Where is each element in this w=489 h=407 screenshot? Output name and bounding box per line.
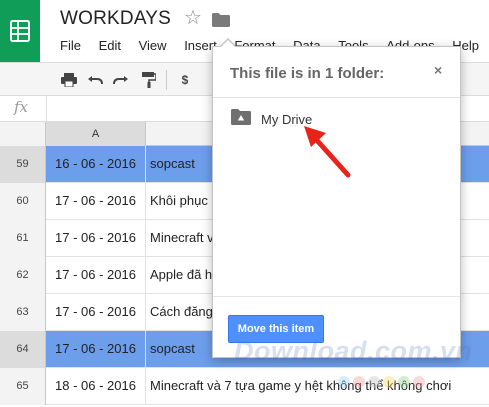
red-arrow-annotation [304, 126, 351, 178]
watermark-logo: Download.com.vn [234, 336, 473, 366]
redo-icon[interactable] [112, 71, 130, 89]
drive-folder-icon [231, 108, 251, 130]
row-number[interactable]: 60 [0, 183, 46, 220]
paint-format-icon[interactable] [140, 71, 158, 89]
cell-date[interactable]: 17 - 06 - 2016 [46, 331, 146, 367]
row-number[interactable]: 65 [0, 368, 46, 405]
column-header-a[interactable]: A [46, 122, 146, 146]
cell-date[interactable]: 17 - 06 - 2016 [46, 220, 146, 256]
fx-icon: fx [14, 98, 29, 116]
cell-text[interactable]: Minecraft và 7 tựa game y hệt không thể … [146, 368, 489, 404]
folder-icon[interactable] [212, 13, 230, 32]
cell-date[interactable]: 17 - 06 - 2016 [46, 183, 146, 219]
menu-edit[interactable]: Edit [99, 38, 121, 53]
star-icon[interactable]: ☆ [184, 8, 202, 28]
row-number[interactable]: 59 [0, 146, 46, 183]
row-number[interactable]: 63 [0, 294, 46, 331]
formula-separator [46, 96, 47, 122]
document-title[interactable]: WORKDAYS [60, 8, 171, 30]
menu-file[interactable]: File [60, 38, 81, 53]
folder-location-popup: This file is in 1 folder: × My Drive Mov… [212, 38, 461, 358]
cell-date[interactable]: 17 - 06 - 2016 [46, 257, 146, 293]
close-icon[interactable]: × [434, 62, 442, 78]
cell-date[interactable]: 16 - 06 - 2016 [46, 146, 146, 182]
popup-divider [213, 97, 460, 98]
popup-title: This file is in 1 folder: [230, 65, 385, 82]
currency-icon[interactable]: $ [176, 71, 194, 89]
popup-pointer-inner [220, 40, 236, 48]
cell-date[interactable]: 17 - 06 - 2016 [46, 294, 146, 330]
menu-view[interactable]: View [139, 38, 167, 53]
cell-date[interactable]: 18 - 06 - 2016 [46, 368, 146, 404]
undo-icon[interactable] [86, 71, 104, 89]
toolbar-separator [166, 70, 167, 90]
watermark-dots [338, 376, 428, 388]
sheets-logo-icon[interactable] [0, 0, 40, 62]
select-all-corner[interactable] [0, 122, 46, 146]
row-number[interactable]: 61 [0, 220, 46, 257]
print-icon[interactable] [60, 71, 78, 89]
popup-divider [213, 296, 460, 297]
row-number[interactable]: 64 [0, 331, 46, 368]
row-number[interactable]: 62 [0, 257, 46, 294]
